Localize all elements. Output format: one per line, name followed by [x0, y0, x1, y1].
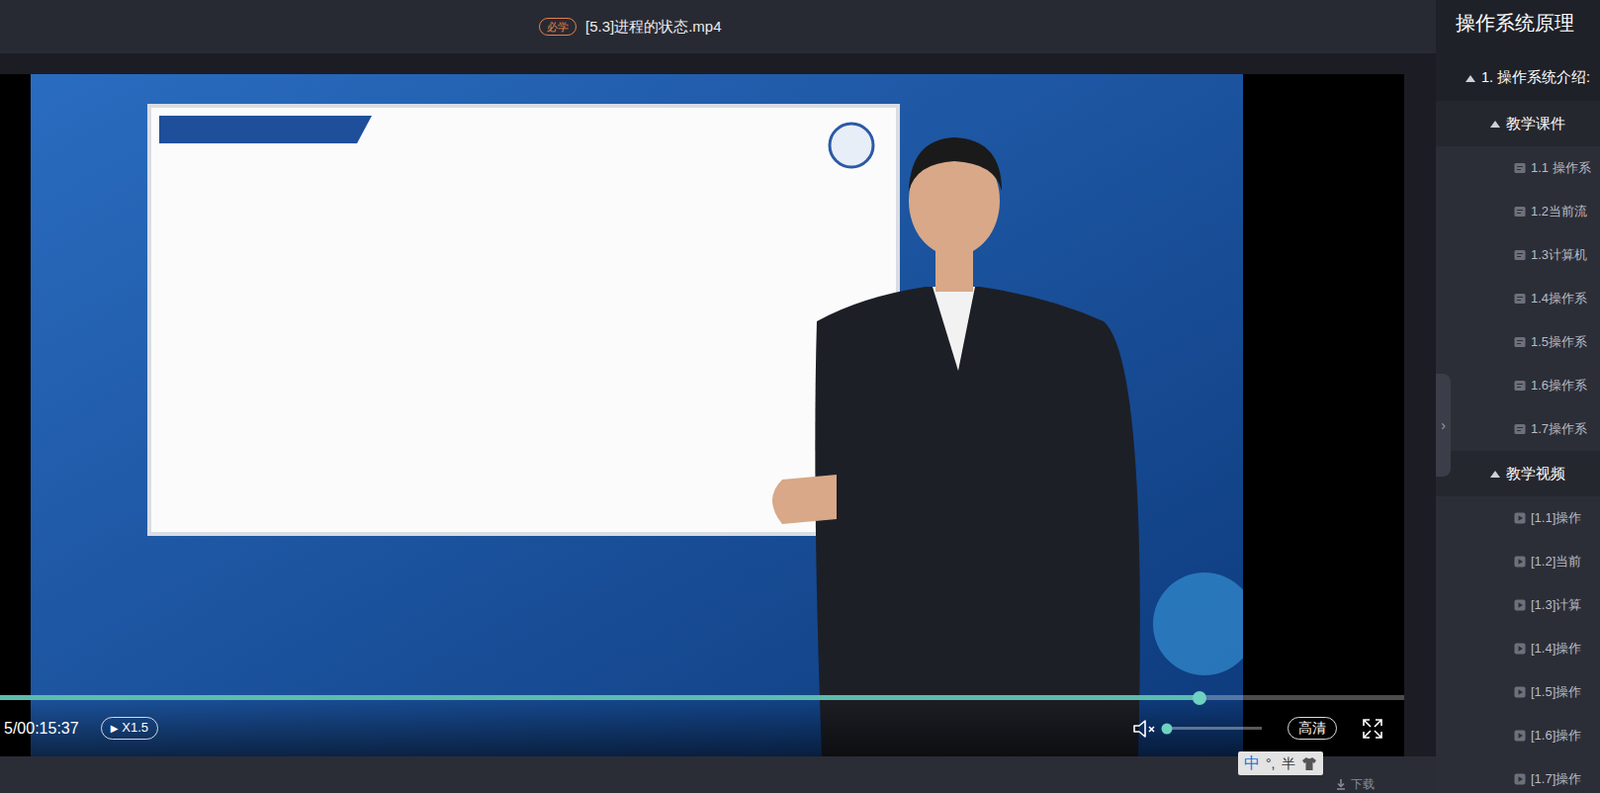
volume-handle[interactable]	[1161, 722, 1173, 734]
item-label: 1.2当前流	[1530, 201, 1588, 222]
sidebar-item[interactable]: 1.3计算机	[1435, 233, 1600, 277]
item-label: 1.7操作系	[1530, 419, 1588, 440]
document-icon	[1513, 249, 1526, 262]
play-icon	[1513, 773, 1526, 786]
item-label: 1.3计算机	[1530, 245, 1588, 266]
seek-fill	[0, 695, 1200, 701]
ime-punct[interactable]: °,	[1265, 753, 1276, 775]
bottom-bar: 下载	[0, 756, 1436, 793]
required-badge: 必学	[538, 17, 577, 36]
document-icon	[1513, 162, 1526, 175]
sidebar-toggle[interactable]: ›	[1435, 373, 1451, 477]
sidebar-item[interactable]: 1.4操作系	[1435, 276, 1600, 321]
download-label: 下载	[1350, 777, 1375, 792]
section-row[interactable]: 教学课件	[1435, 100, 1600, 147]
play-icon	[1513, 512, 1526, 525]
section-row[interactable]: 教学视频	[1435, 450, 1600, 497]
sidebar-item[interactable]: 1.1 操作系	[1435, 146, 1600, 190]
sidebar-item[interactable]: [1.2]当前	[1435, 539, 1600, 584]
volume-icon[interactable]	[1131, 716, 1157, 741]
document-icon	[1513, 379, 1526, 392]
item-label: 1.4操作系	[1530, 288, 1588, 309]
item-label: 1.5操作系	[1530, 332, 1588, 353]
main-area: 必学 [5.3]进程的状态.mp4 5/00:15:37 ▶X1.5 高清 下载	[0, 0, 1436, 793]
chapter-row[interactable]: 1. 操作系统介绍:	[1435, 55, 1600, 101]
toggle-label: ›	[1440, 415, 1446, 437]
ime-mode[interactable]: 中	[1244, 751, 1260, 776]
document-icon	[1513, 336, 1526, 349]
video-player[interactable]: 5/00:15:37 ▶X1.5 高清	[0, 74, 1405, 757]
sidebar-item[interactable]: 1.7操作系	[1435, 407, 1600, 451]
course-sidebar: 操作系统原理 1. 操作系统介绍: 教学课件 1.1 操作系 1.2当前流 1.3计算机 1…	[1435, 0, 1600, 793]
play-icon	[1513, 555, 1526, 568]
volume-slider[interactable]	[1162, 726, 1262, 730]
control-bar: 5/00:15:37 ▶X1.5 高清	[0, 695, 1405, 757]
item-label: [1.3]计算	[1530, 595, 1582, 616]
skin-icon[interactable]	[1301, 755, 1318, 772]
document-icon	[1513, 423, 1526, 436]
chapter-label: 1. 操作系统介绍:	[1481, 67, 1591, 89]
section-label: 教学课件	[1506, 112, 1566, 136]
item-label: [1.1]操作	[1530, 508, 1582, 529]
item-label: [1.6]操作	[1530, 725, 1582, 746]
speed-button[interactable]: ▶X1.5	[100, 716, 159, 739]
download-button[interactable]: 下载	[1334, 777, 1375, 792]
section-label: 教学视频	[1506, 462, 1566, 486]
sidebar-item[interactable]: [1.3]计算	[1435, 583, 1600, 627]
seek-handle[interactable]	[1192, 691, 1207, 706]
play-icon	[1513, 599, 1526, 612]
video-frame	[30, 74, 1244, 757]
caret-icon[interactable]	[1490, 470, 1501, 478]
quality-button[interactable]: 高清	[1287, 716, 1337, 741]
caret-icon[interactable]	[1465, 75, 1476, 83]
item-label: [1.7]操作	[1530, 769, 1582, 790]
sidebar-item[interactable]: [1.5]操作	[1435, 670, 1600, 714]
speed-label: X1.5	[121, 718, 149, 737]
item-label: [1.5]操作	[1530, 682, 1582, 703]
download-icon	[1334, 778, 1347, 791]
play-icon	[1513, 642, 1526, 655]
item-label: 1.6操作系	[1530, 375, 1588, 396]
play-icon	[1513, 729, 1526, 742]
video-title: [5.3]进程的状态.mp4	[585, 15, 722, 39]
caret-icon[interactable]	[1490, 120, 1501, 128]
ime-toolbar[interactable]: 中°,半	[1238, 751, 1324, 776]
sidebar-item[interactable]: 1.6操作系	[1435, 363, 1600, 408]
ime-width[interactable]: 半	[1281, 753, 1296, 775]
sidebar-item[interactable]: 1.5操作系	[1435, 320, 1600, 364]
sidebar-item[interactable]: [1.4]操作	[1435, 626, 1600, 671]
time-display: 5/00:15:37	[3, 716, 80, 741]
item-label: [1.4]操作	[1530, 638, 1582, 659]
seek-bar[interactable]	[0, 695, 1405, 701]
sidebar-item[interactable]: [1.6]操作	[1435, 713, 1600, 758]
sidebar-item[interactable]: [1.7]操作	[1435, 757, 1600, 793]
document-icon	[1513, 292, 1526, 305]
play-icon: ▶	[110, 721, 119, 736]
app-window: 必学 [5.3]进程的状态.mp4 5/00:15:37 ▶X1.5 高清 下载 操作…	[0, 0, 1600, 793]
play-icon	[1513, 686, 1526, 699]
control-row: 5/00:15:37 ▶X1.5 高清	[0, 700, 1405, 757]
title-bar: 必学 [5.3]进程的状态.mp4	[0, 0, 1436, 54]
sidebar-item[interactable]: [1.1]操作	[1435, 496, 1600, 540]
item-label: 1.1 操作系	[1530, 158, 1592, 178]
fullscreen-icon[interactable]	[1360, 716, 1385, 741]
sidebar-header: 操作系统原理	[1435, 0, 1600, 46]
course-title: 操作系统原理	[1455, 7, 1575, 38]
item-label: [1.2]当前	[1530, 551, 1582, 572]
sidebar-item[interactable]: 1.2当前流	[1435, 189, 1600, 234]
document-icon	[1513, 205, 1526, 218]
